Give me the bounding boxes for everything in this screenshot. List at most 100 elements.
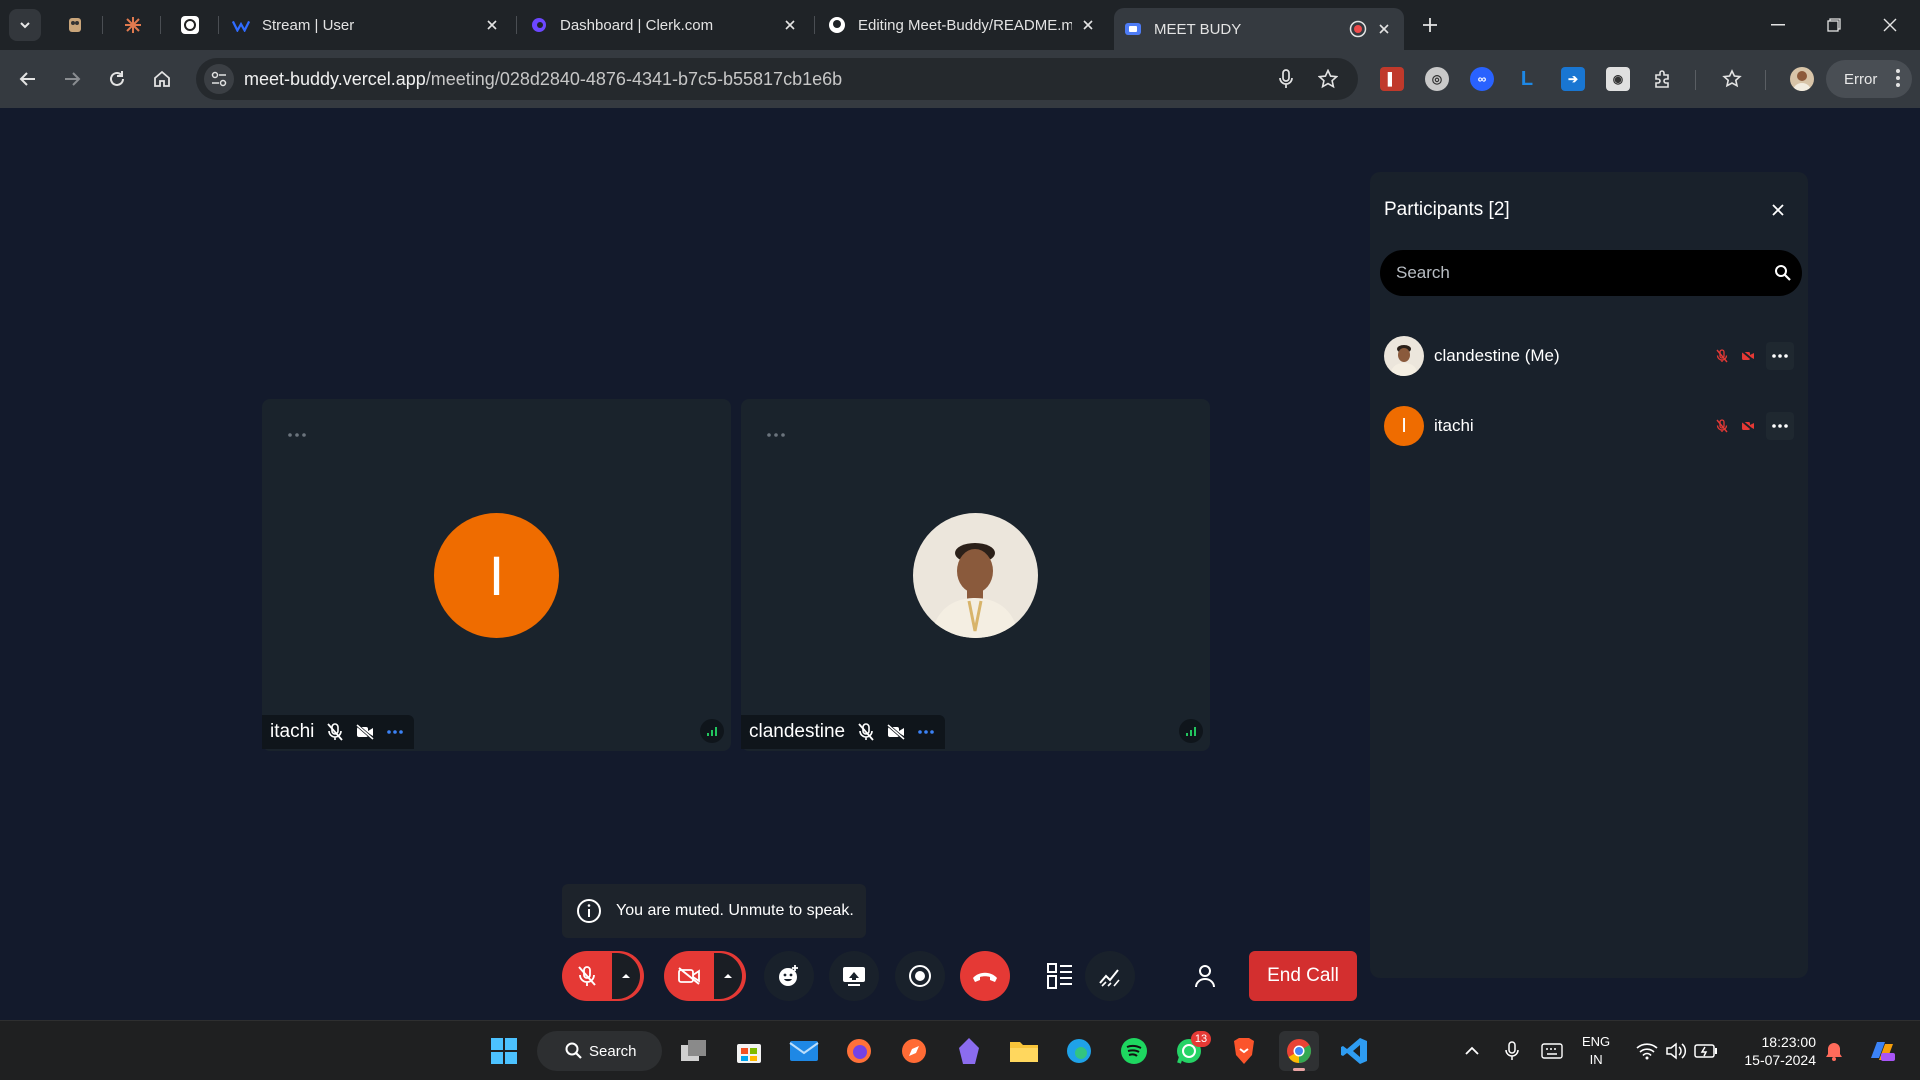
more-horizontal-icon[interactable] xyxy=(767,433,785,437)
extension-bookmark-icon[interactable]: ▌ xyxy=(1380,67,1404,91)
chrome-app[interactable] xyxy=(1279,1031,1319,1071)
spotify-app[interactable] xyxy=(1114,1031,1154,1071)
chevron-up-icon[interactable] xyxy=(714,953,742,999)
layout-button[interactable] xyxy=(1035,951,1085,1001)
tab-clerk[interactable]: Dashboard | Clerk.com xyxy=(520,8,810,42)
more-horizontal-icon[interactable] xyxy=(1766,412,1794,440)
copilot-icon[interactable] xyxy=(1866,1039,1898,1063)
brave-app[interactable] xyxy=(1224,1031,1264,1071)
arrow-right-icon xyxy=(63,70,81,88)
tab-search-button[interactable] xyxy=(9,9,41,41)
battery-icon[interactable] xyxy=(1694,1039,1718,1063)
notification-badge: 13 xyxy=(1191,1031,1211,1047)
vscode-app[interactable] xyxy=(1334,1031,1374,1071)
mic-toggle-button[interactable] xyxy=(562,951,644,1001)
minimize-button[interactable] xyxy=(1750,0,1806,50)
close-icon[interactable] xyxy=(1078,15,1098,35)
task-view-button[interactable] xyxy=(674,1031,714,1071)
profile-error-button[interactable]: Error xyxy=(1826,60,1912,98)
new-tab-button[interactable] xyxy=(1418,13,1442,37)
language-line-1: ENG xyxy=(1582,1034,1611,1049)
vscode-icon xyxy=(1340,1037,1368,1065)
window-close-button[interactable] xyxy=(1862,0,1918,50)
extension-glasses-icon[interactable]: ◎ xyxy=(1425,67,1449,91)
extension-incognito-icon[interactable]: ◉ xyxy=(1606,67,1630,91)
tab-meet-budy[interactable]: MEET BUDY xyxy=(1114,8,1404,50)
pinned-tab-2[interactable] xyxy=(120,12,146,38)
chevron-up-icon[interactable] xyxy=(1460,1039,1484,1063)
mail-app[interactable] xyxy=(784,1031,824,1071)
extension-infinity-icon[interactable]: ∞ xyxy=(1470,67,1494,91)
extension-l-icon[interactable]: L xyxy=(1515,67,1539,91)
compass-app[interactable] xyxy=(894,1031,934,1071)
reload-button[interactable] xyxy=(103,65,131,93)
address-bar[interactable]: meet-buddy.vercel.app/meeting/028d2840-4… xyxy=(196,58,1358,100)
participants-button[interactable] xyxy=(1180,951,1230,1001)
avatar: I xyxy=(1384,406,1424,446)
whatsapp-app[interactable]: 13 xyxy=(1169,1031,1211,1071)
extension-translate-icon[interactable]: ➔ xyxy=(1561,67,1585,91)
openai-icon xyxy=(180,15,200,35)
forward-button[interactable] xyxy=(58,65,86,93)
brave-icon xyxy=(1231,1037,1257,1065)
toolbar-divider xyxy=(1695,70,1696,90)
wifi-icon[interactable] xyxy=(1635,1039,1659,1063)
mic-off-icon[interactable] xyxy=(562,951,612,1001)
search-icon[interactable] xyxy=(1774,264,1792,282)
error-label: Error xyxy=(1844,70,1878,88)
clock[interactable]: 18:23:00 15-07-2024 xyxy=(1734,1033,1816,1069)
language-indicator[interactable]: ENG IN xyxy=(1582,1033,1610,1069)
profile-avatar[interactable] xyxy=(1790,67,1814,91)
site-info-button[interactable] xyxy=(204,64,234,94)
close-icon[interactable] xyxy=(1770,202,1786,218)
leave-call-button[interactable] xyxy=(960,951,1010,1001)
chevron-up-icon[interactable] xyxy=(612,953,640,999)
more-horizontal-icon[interactable] xyxy=(917,723,935,741)
mic-icon[interactable] xyxy=(1276,69,1296,89)
close-icon[interactable] xyxy=(1374,19,1394,39)
notification-bell-icon[interactable] xyxy=(1822,1039,1846,1063)
url-path: /meeting/028d2840-4876-4341-b7c5-b55817c… xyxy=(425,68,843,89)
volume-icon[interactable] xyxy=(1664,1039,1688,1063)
close-icon[interactable] xyxy=(780,15,800,35)
taskbar-search[interactable]: Search xyxy=(537,1031,662,1071)
camera-toggle-button[interactable] xyxy=(664,951,746,1001)
reading-list-star-icon[interactable] xyxy=(1720,67,1744,91)
more-horizontal-icon[interactable] xyxy=(386,723,404,741)
bookmark-star-icon[interactable] xyxy=(1318,69,1338,89)
url-host: meet-buddy.vercel.app xyxy=(244,68,426,89)
edge-app[interactable] xyxy=(1059,1031,1099,1071)
toolbar-divider xyxy=(1765,70,1766,90)
more-horizontal-icon[interactable] xyxy=(1766,342,1794,370)
extensions-puzzle-icon[interactable] xyxy=(1651,67,1675,91)
pinned-tab-1[interactable] xyxy=(62,12,88,38)
more-horizontal-icon[interactable] xyxy=(288,433,306,437)
share-screen-button[interactable] xyxy=(829,951,879,1001)
pinned-tab-3[interactable] xyxy=(177,12,203,38)
home-button[interactable] xyxy=(148,65,176,93)
start-button[interactable] xyxy=(484,1031,524,1071)
recording-icon xyxy=(1348,19,1368,39)
tab-github[interactable]: Editing Meet-Buddy/README.m xyxy=(818,8,1108,42)
firefox-app[interactable] xyxy=(839,1031,879,1071)
stats-button[interactable] xyxy=(1085,951,1135,1001)
keyboard-icon[interactable] xyxy=(1540,1039,1564,1063)
tab-stream[interactable]: Stream | User xyxy=(222,8,512,42)
stream-icon xyxy=(232,16,250,34)
store-app[interactable] xyxy=(729,1031,769,1071)
mic-off-icon xyxy=(326,723,344,741)
back-button[interactable] xyxy=(14,65,42,93)
mic-icon[interactable] xyxy=(1500,1039,1524,1063)
end-call-button[interactable]: End Call xyxy=(1249,951,1357,1001)
emoji-icon xyxy=(777,964,801,988)
reactions-button[interactable] xyxy=(764,951,814,1001)
restore-button[interactable] xyxy=(1806,0,1862,50)
active-indicator xyxy=(1293,1068,1305,1071)
close-icon[interactable] xyxy=(482,15,502,35)
record-button[interactable] xyxy=(895,951,945,1001)
participants-search-input[interactable] xyxy=(1380,250,1802,296)
camera-off-icon[interactable] xyxy=(664,951,714,1001)
obsidian-app[interactable] xyxy=(949,1031,989,1071)
file-explorer-app[interactable] xyxy=(1004,1031,1044,1071)
owl-icon xyxy=(67,16,83,34)
